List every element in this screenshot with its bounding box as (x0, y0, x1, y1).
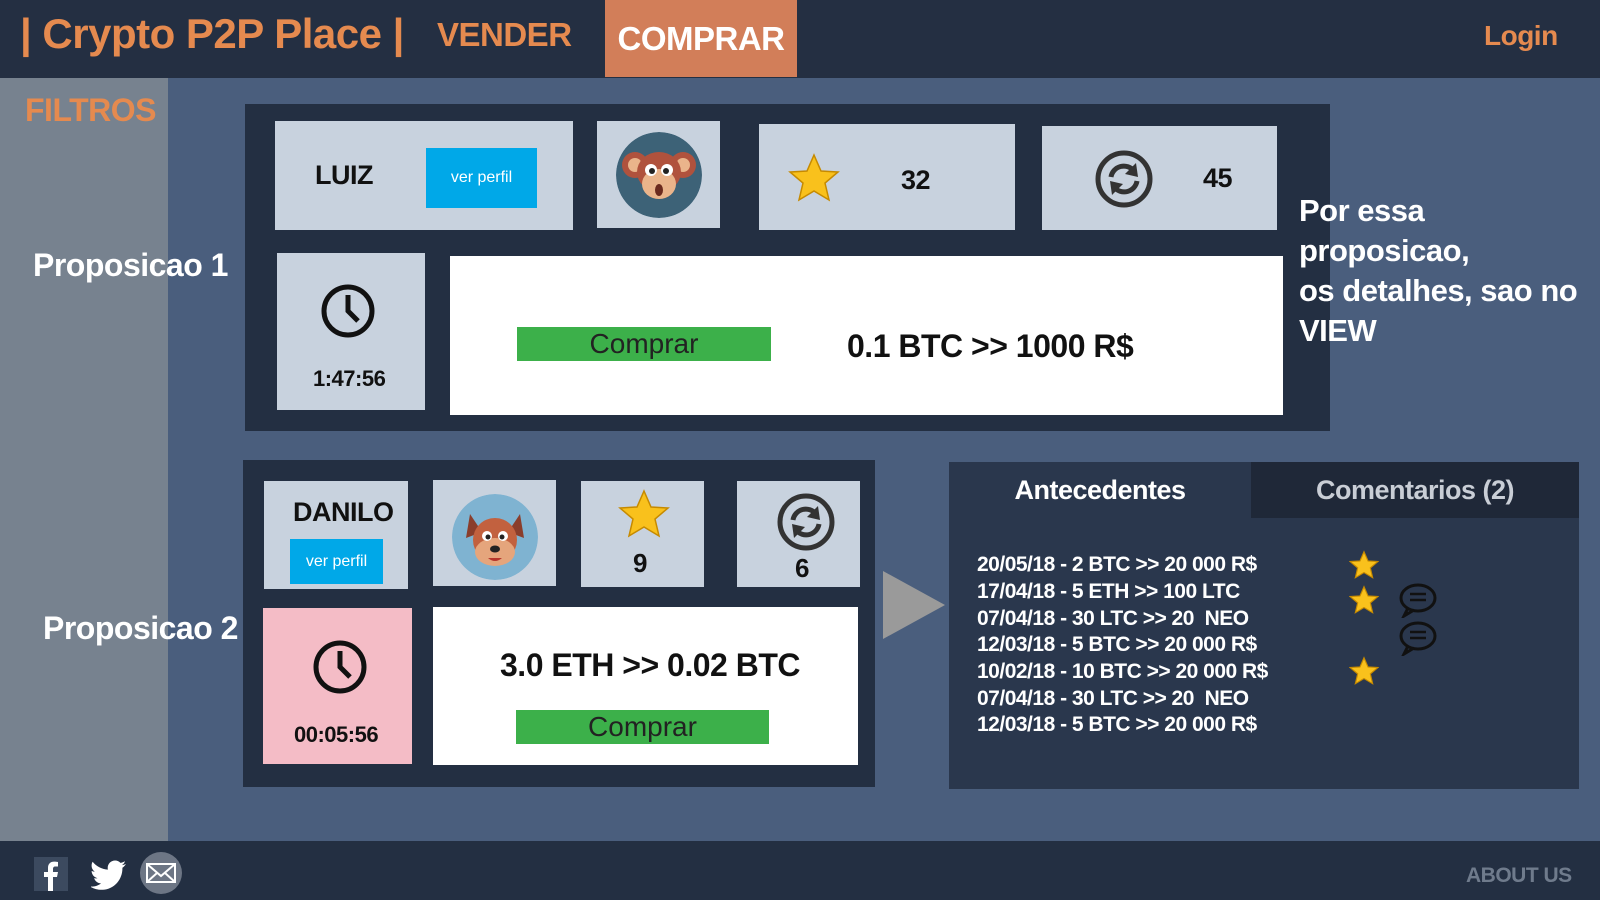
login-link[interactable]: Login (1484, 20, 1558, 52)
twitter-icon[interactable] (90, 860, 127, 890)
filters-heading[interactable]: FILTROS (25, 92, 157, 129)
star-icon (788, 152, 840, 204)
history-row: 20/05/18 - 2 BTC >> 20 000 R$ (977, 553, 1257, 576)
facebook-icon[interactable] (34, 857, 68, 891)
nav-sell-tab[interactable]: VENDER (437, 16, 572, 54)
mail-icon[interactable] (140, 852, 182, 894)
user-name: LUIZ (315, 160, 374, 190)
user-name: DANILO (293, 497, 394, 527)
trades-tile (1042, 126, 1277, 230)
timer-value: 1:47:56 (313, 366, 386, 391)
star-icon (618, 488, 670, 540)
history-row: 07/04/18 - 30 LTC >> 20 NEO (977, 687, 1249, 710)
proposal-1-note: Por essa proposicao, os detalhes, sao no… (1299, 193, 1578, 348)
rating-count: 9 (633, 548, 647, 578)
refresh-icon (1094, 149, 1154, 209)
play-arrow-icon[interactable] (883, 571, 945, 639)
clock-icon (312, 639, 368, 695)
history-row: 12/03/18 - 5 BTC >> 20 000 R$ (977, 633, 1257, 656)
history-row: 17/04/18 - 5 ETH >> 100 LTC (977, 580, 1240, 603)
refresh-icon (776, 492, 836, 552)
nav-buy-tab[interactable]: COMPRAR (605, 0, 797, 77)
star-icon (1348, 656, 1380, 686)
rating-count: 32 (901, 165, 931, 195)
star-icon (1348, 550, 1380, 580)
tab-comments[interactable]: Comentarios (2) (1251, 462, 1579, 518)
buy-button[interactable]: Comprar (517, 327, 771, 361)
view-profile-button[interactable]: ver perfil (426, 148, 537, 208)
comment-icon[interactable] (1398, 582, 1438, 620)
history-row: 10/02/18 - 10 BTC >> 20 000 R$ (977, 660, 1268, 683)
tab-history[interactable]: Antecedentes (949, 462, 1251, 518)
offer-text: 3.0 ETH >> 0.02 BTC (500, 647, 800, 683)
proposal-2-label: Proposicao 2 (43, 610, 238, 646)
about-us-link[interactable]: ABOUT US (1466, 864, 1572, 888)
trades-count: 45 (1203, 163, 1233, 193)
app-title: | Crypto P2P Place | (20, 10, 404, 57)
history-row: 07/04/18 - 30 LTC >> 20 NEO (977, 607, 1249, 630)
buy-button[interactable]: Comprar (516, 710, 769, 744)
dog-avatar-icon (452, 494, 538, 580)
trades-count: 6 (795, 553, 809, 583)
clock-icon (320, 283, 376, 339)
view-profile-button[interactable]: ver perfil (290, 539, 383, 584)
footer-bar (0, 841, 1600, 900)
star-icon (1348, 585, 1380, 615)
proposal-1-label: Proposicao 1 (33, 247, 228, 283)
comment-icon[interactable] (1398, 620, 1438, 658)
timer-value: 00:05:56 (294, 722, 379, 747)
filters-sidebar (0, 78, 168, 841)
offer-text: 0.1 BTC >> 1000 R$ (847, 328, 1134, 364)
monkey-avatar-icon (616, 132, 702, 218)
history-row: 12/03/18 - 5 BTC >> 20 000 R$ (977, 713, 1257, 736)
